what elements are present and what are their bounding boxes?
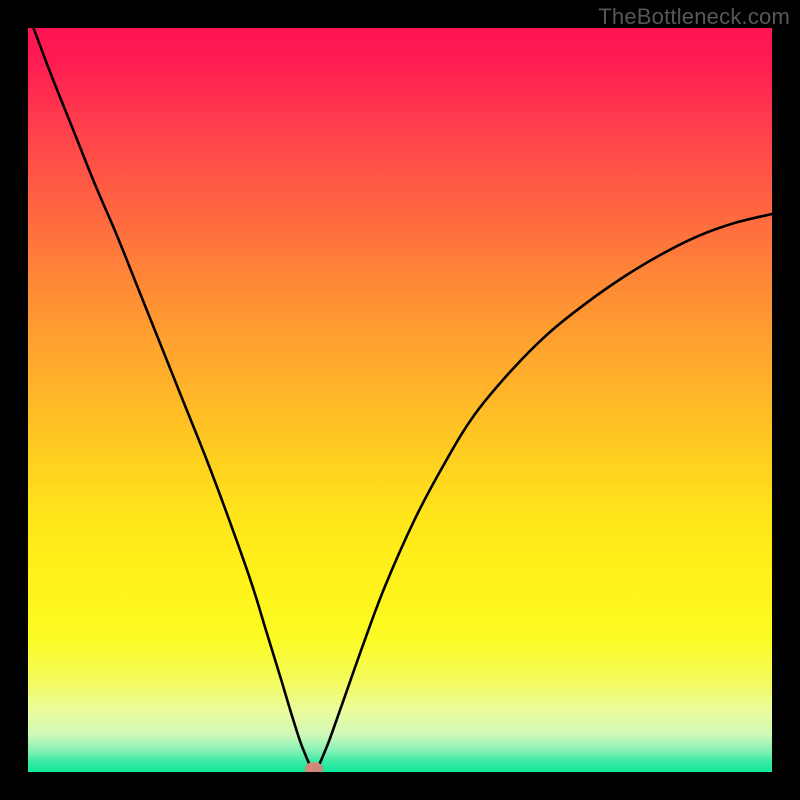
bottleneck-curve [28,28,772,772]
plot-area [28,28,772,772]
optimal-point-marker [305,762,323,772]
chart-frame: TheBottleneck.com [0,0,800,800]
curve-path [28,28,772,769]
watermark-label: TheBottleneck.com [598,4,790,30]
